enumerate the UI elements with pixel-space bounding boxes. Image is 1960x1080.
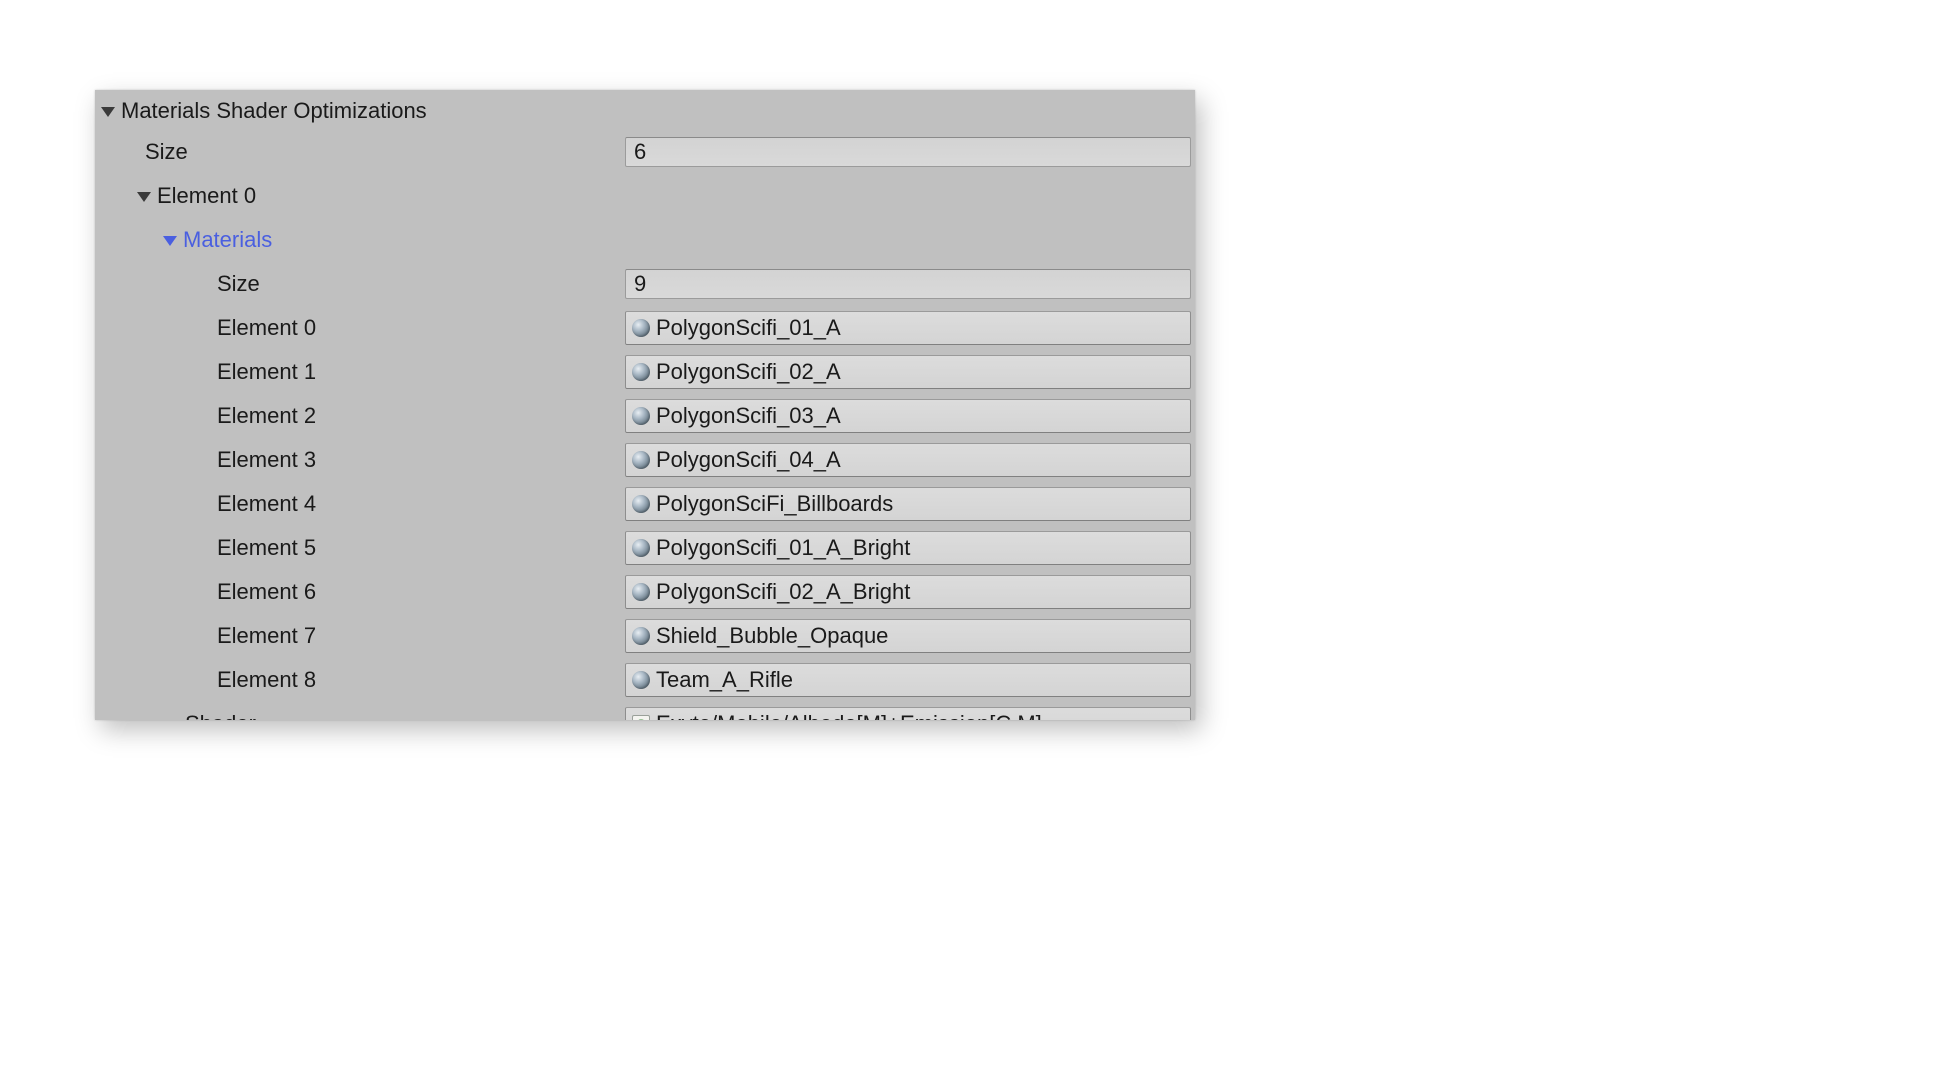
material-field[interactable]: PolygonScifi_03_A [625, 399, 1191, 433]
material-field[interactable]: PolygonScifi_02_A_Bright [625, 575, 1191, 609]
chevron-down-icon [163, 236, 177, 246]
foldout-materials-shader-optimizations[interactable]: Materials Shader Optimizations [95, 92, 1195, 130]
material-icon [632, 363, 650, 381]
materials-size-input[interactable]: 9 [625, 269, 1191, 299]
list-item: Element 1 PolygonScifi_02_A [95, 350, 1195, 394]
list-item: Element 4 PolygonSciFi_Billboards [95, 482, 1195, 526]
material-field[interactable]: PolygonScifi_01_A_Bright [625, 531, 1191, 565]
material-name: PolygonScifi_02_A_Bright [656, 579, 910, 605]
chevron-down-icon [101, 107, 115, 117]
shader-field[interactable]: S Exyte/Mobile/Albedo[M]+Emission[C,M] [625, 707, 1191, 720]
material-icon [632, 319, 650, 337]
material-field[interactable]: PolygonSciFi_Billboards [625, 487, 1191, 521]
size-input[interactable]: 6 [625, 137, 1191, 167]
material-field[interactable]: PolygonScifi_04_A [625, 443, 1191, 477]
material-field[interactable]: PolygonScifi_02_A [625, 355, 1191, 389]
materials-size-value: 9 [634, 271, 646, 297]
material-icon [632, 407, 650, 425]
material-name: PolygonScifi_04_A [656, 447, 841, 473]
list-item: Element 7 Shield_Bubble_Opaque [95, 614, 1195, 658]
material-field[interactable]: PolygonScifi_01_A [625, 311, 1191, 345]
element-label: Element 7 [217, 623, 316, 649]
element-label: Element 1 [217, 359, 316, 385]
list-item: Element 0 PolygonScifi_01_A [95, 306, 1195, 350]
material-name: PolygonSciFi_Billboards [656, 491, 893, 517]
material-field[interactable]: Shield_Bubble_Opaque [625, 619, 1191, 653]
shader-row: Shader S Exyte/Mobile/Albedo[M]+Emission… [95, 702, 1195, 720]
list-item: Element 5 PolygonScifi_01_A_Bright [95, 526, 1195, 570]
shader-value: Exyte/Mobile/Albedo[M]+Emission[C,M] [656, 711, 1042, 720]
list-item: Element 2 PolygonScifi_03_A [95, 394, 1195, 438]
element-label: Element 2 [217, 403, 316, 429]
material-field[interactable]: Team_A_Rifle [625, 663, 1191, 697]
section-title: Materials Shader Optimizations [121, 98, 427, 124]
size-label: Size [145, 139, 188, 165]
size-value: 6 [634, 139, 646, 165]
element-label: Element 4 [217, 491, 316, 517]
material-icon [632, 627, 650, 645]
material-name: Team_A_Rifle [656, 667, 793, 693]
materials-size-label: Size [217, 271, 260, 297]
element-label: Element 0 [217, 315, 316, 341]
element-label: Element 8 [217, 667, 316, 693]
material-name: PolygonScifi_01_A_Bright [656, 535, 910, 561]
materials-list: Element 0 PolygonScifi_01_A Element 1 Po… [95, 306, 1195, 702]
material-icon [632, 539, 650, 557]
element-label: Element 3 [217, 447, 316, 473]
material-icon [632, 583, 650, 601]
foldout-materials[interactable]: Materials [95, 218, 1195, 262]
material-name: PolygonScifi_03_A [656, 403, 841, 429]
list-item: Element 8 Team_A_Rifle [95, 658, 1195, 702]
material-name: PolygonScifi_02_A [656, 359, 841, 385]
element-label: Element 6 [217, 579, 316, 605]
size-row: Size 6 [95, 130, 1195, 174]
material-icon [632, 671, 650, 689]
shader-label: Shader [185, 711, 256, 720]
list-item: Element 3 PolygonScifi_04_A [95, 438, 1195, 482]
foldout-element-0[interactable]: Element 0 [95, 174, 1195, 218]
material-icon [632, 495, 650, 513]
materials-label: Materials [183, 227, 272, 253]
inspector-panel: Materials Shader Optimizations Size 6 El… [95, 90, 1195, 720]
element-0-label: Element 0 [157, 183, 256, 209]
material-name: PolygonScifi_01_A [656, 315, 841, 341]
materials-size-row: Size 9 [95, 262, 1195, 306]
shader-icon: S [632, 715, 650, 720]
chevron-down-icon [137, 192, 151, 202]
material-icon [632, 451, 650, 469]
material-name: Shield_Bubble_Opaque [656, 623, 888, 649]
list-item: Element 6 PolygonScifi_02_A_Bright [95, 570, 1195, 614]
element-label: Element 5 [217, 535, 316, 561]
